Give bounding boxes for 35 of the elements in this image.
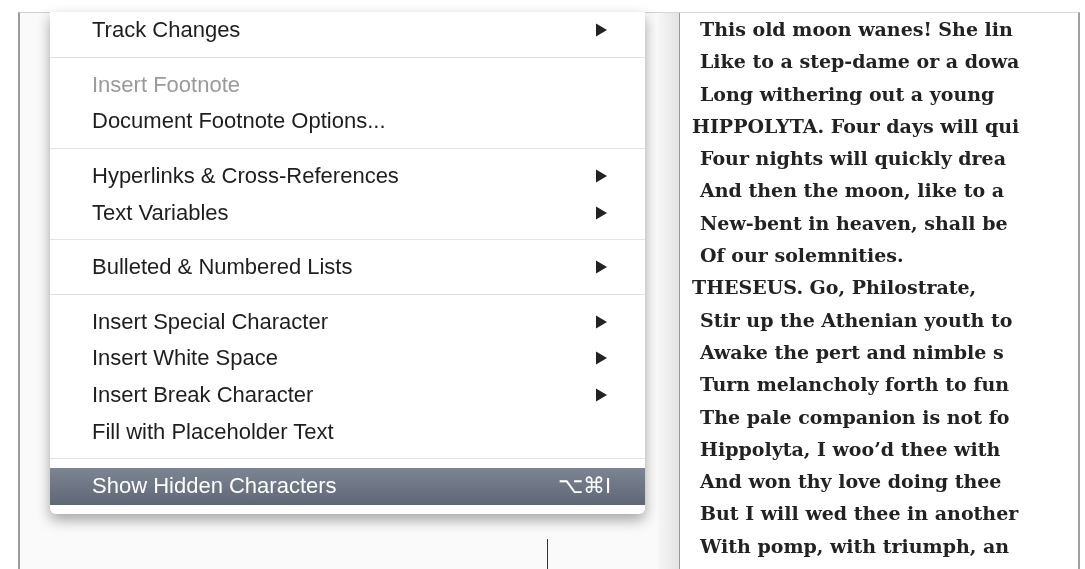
verse-line: Stir up the Athenian youth to	[699, 307, 1014, 333]
menu-item[interactable]: Insert Break Character	[50, 376, 645, 414]
shortcut-label: ⌥⌘I	[557, 473, 611, 500]
menu-item[interactable]: Document Footnote Options...	[50, 103, 645, 140]
verse-line: And won thy love doing thee	[698, 469, 1003, 495]
speaker-line: THESEUS. Go, Philostrate,	[692, 275, 978, 301]
submenu-arrow-icon	[596, 314, 607, 329]
submenu-arrow-icon	[596, 388, 607, 403]
verse-line: Four nights will quickly drea	[699, 146, 1008, 172]
submenu-arrow-icon	[596, 23, 607, 38]
submenu-arrow-icon	[596, 260, 607, 275]
verse-line: But I will wed thee in another	[699, 501, 1020, 527]
menu-item[interactable]: Fill with Placeholder Text	[50, 413, 645, 450]
verse-line: Long withering out a young	[699, 81, 996, 107]
verse-line: Awake the pert and nimble s	[698, 339, 1005, 365]
verse-line: Turn melancholy forth to fun	[699, 372, 1011, 398]
verse-line: Like to a step-dame or a dowa	[699, 49, 1020, 75]
menu-item[interactable]: Bulleted & Numbered Lists	[50, 248, 645, 286]
verse-line: This old moon wanes! She lin	[699, 17, 1014, 42]
verse-line: And then the moon, like to a	[698, 178, 1006, 204]
verse-line: Hippolyta, I woo’d thee with	[699, 436, 1002, 462]
speaker-line: HIPPOLYTA. Four days will qui	[692, 113, 1020, 139]
verse-line: The pale companion is not fo	[699, 404, 1011, 430]
verse-line: With pomp, with triumph, an	[698, 533, 1011, 559]
submenu-arrow-icon	[596, 205, 607, 220]
menu-item[interactable]: Insert Special Character	[50, 303, 645, 341]
menu-item[interactable]: Show Hidden Characters ⌥⌘I	[50, 467, 645, 505]
submenu-arrow-icon	[596, 169, 607, 184]
submenu-arrow-icon	[596, 351, 607, 366]
menu-item[interactable]: Insert White Space	[50, 340, 645, 377]
menu-item[interactable]: Hyperlinks & Cross-References	[50, 157, 645, 195]
verse-line: New-bent in heaven, shall be	[699, 210, 1009, 236]
menu-item[interactable]: Track Changes	[50, 12, 645, 49]
verse-line: Of our solemnities.	[699, 243, 905, 269]
menu-item[interactable]: Text Variables	[50, 194, 645, 231]
